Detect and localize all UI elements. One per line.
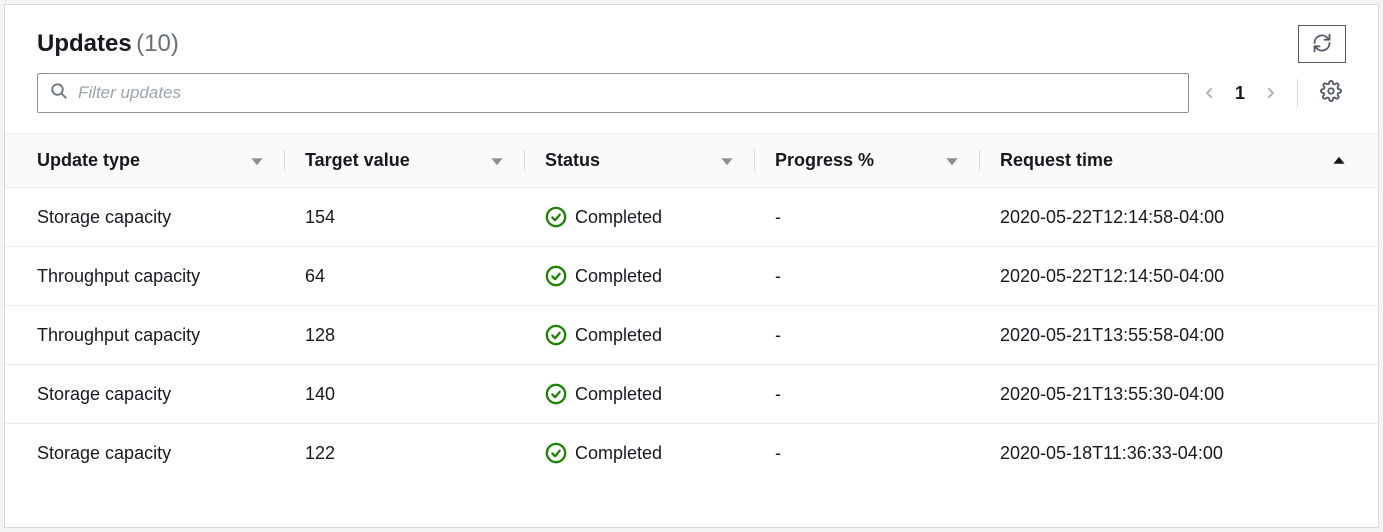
- panel-title-wrap: Updates (10): [37, 30, 179, 58]
- gear-icon: [1320, 80, 1342, 107]
- cell-status: Completed: [535, 365, 765, 424]
- col-label: Update type: [37, 150, 140, 171]
- pagination: 1: [1201, 83, 1279, 104]
- table-row[interactable]: Throughput capacity64 Completed -2020-05-2…: [5, 247, 1378, 306]
- cell-status: Completed: [535, 306, 765, 365]
- panel-count: (10): [136, 30, 179, 57]
- search-icon: [50, 82, 68, 105]
- cell-request-time: 2020-05-22T12:14:50-04:00: [990, 247, 1378, 306]
- check-circle-icon: [545, 324, 567, 346]
- caret-down-icon: [945, 154, 959, 168]
- col-header-target-value[interactable]: Target value: [295, 134, 535, 188]
- panel-header: Updates (10): [5, 5, 1378, 73]
- caret-down-icon: [720, 154, 734, 168]
- cell-progress: -: [765, 188, 990, 247]
- cell-status: Completed: [535, 424, 765, 483]
- cell-target-value: 122: [295, 424, 535, 483]
- caret-down-icon: [490, 154, 504, 168]
- cell-target-value: 64: [295, 247, 535, 306]
- table-row[interactable]: Throughput capacity128 Completed -2020-05-…: [5, 306, 1378, 365]
- toolbar-divider: [1297, 79, 1298, 107]
- status-text: Completed: [575, 384, 662, 405]
- cell-target-value: 154: [295, 188, 535, 247]
- cell-status: Completed: [535, 188, 765, 247]
- updates-table: Update type Target value Status: [5, 133, 1378, 482]
- table-header-row: Update type Target value Status: [5, 134, 1378, 188]
- table-row[interactable]: Storage capacity122 Completed -2020-05-18T…: [5, 424, 1378, 483]
- next-page-button[interactable]: [1263, 83, 1279, 103]
- cell-progress: -: [765, 365, 990, 424]
- prev-page-button[interactable]: [1201, 83, 1217, 103]
- col-header-status[interactable]: Status: [535, 134, 765, 188]
- cell-update-type: Throughput capacity: [5, 247, 295, 306]
- settings-button[interactable]: [1316, 76, 1346, 111]
- status-text: Completed: [575, 443, 662, 464]
- toolbar: 1: [5, 73, 1378, 133]
- col-header-request-time[interactable]: Request time: [990, 134, 1378, 188]
- col-header-progress[interactable]: Progress %: [765, 134, 990, 188]
- updates-panel: Updates (10) 1: [4, 4, 1379, 528]
- page-number: 1: [1235, 83, 1245, 104]
- cell-progress: -: [765, 306, 990, 365]
- table-row[interactable]: Storage capacity154 Completed -2020-05-22T…: [5, 188, 1378, 247]
- panel-title: Updates: [37, 30, 132, 57]
- caret-up-icon: [1332, 154, 1346, 168]
- filter-input[interactable]: [78, 83, 1176, 103]
- cell-request-time: 2020-05-21T13:55:58-04:00: [990, 306, 1378, 365]
- cell-request-time: 2020-05-21T13:55:30-04:00: [990, 365, 1378, 424]
- refresh-button[interactable]: [1298, 25, 1346, 63]
- cell-progress: -: [765, 424, 990, 483]
- cell-update-type: Storage capacity: [5, 424, 295, 483]
- col-label: Status: [545, 150, 600, 171]
- cell-request-time: 2020-05-22T12:14:58-04:00: [990, 188, 1378, 247]
- cell-target-value: 128: [295, 306, 535, 365]
- status-text: Completed: [575, 325, 662, 346]
- cell-update-type: Throughput capacity: [5, 306, 295, 365]
- cell-status: Completed: [535, 247, 765, 306]
- check-circle-icon: [545, 442, 567, 464]
- check-circle-icon: [545, 206, 567, 228]
- refresh-icon: [1312, 33, 1332, 56]
- table-row[interactable]: Storage capacity140 Completed -2020-05-21T…: [5, 365, 1378, 424]
- col-label: Target value: [305, 150, 410, 171]
- check-circle-icon: [545, 383, 567, 405]
- check-circle-icon: [545, 265, 567, 287]
- col-header-update-type[interactable]: Update type: [5, 134, 295, 188]
- cell-update-type: Storage capacity: [5, 188, 295, 247]
- caret-down-icon: [250, 154, 264, 168]
- filter-box[interactable]: [37, 73, 1189, 113]
- status-text: Completed: [575, 266, 662, 287]
- cell-update-type: Storage capacity: [5, 365, 295, 424]
- cell-request-time: 2020-05-18T11:36:33-04:00: [990, 424, 1378, 483]
- cell-progress: -: [765, 247, 990, 306]
- cell-target-value: 140: [295, 365, 535, 424]
- status-text: Completed: [575, 207, 662, 228]
- col-label: Request time: [1000, 150, 1113, 171]
- col-label: Progress %: [775, 150, 874, 171]
